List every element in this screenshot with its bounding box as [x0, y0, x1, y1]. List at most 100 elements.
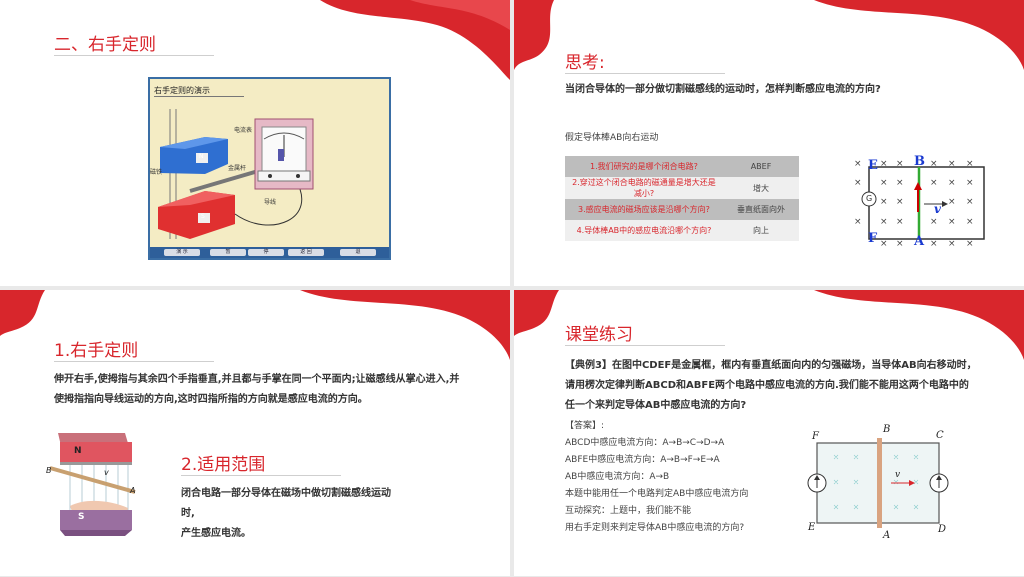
- answer-line: ABFE中感应电流方向：A→B→F→E→A: [565, 455, 720, 465]
- label-v: v: [934, 202, 941, 216]
- svg-text:×: ×: [854, 178, 862, 188]
- label-A: A: [130, 486, 136, 495]
- label-v: v: [895, 470, 901, 480]
- row-question: 1.我们研究的是哪个闭合电路?: [565, 156, 723, 177]
- label-E: E: [808, 522, 816, 533]
- slide-4[interactable]: 课堂练习 【典例3】在图中CDEF是金属框，框内有垂直纸面向内的匀强磁场，当导体…: [514, 290, 1024, 576]
- assumption-text: 假定导体棒AB向右运动: [565, 133, 659, 143]
- svg-text:×: ×: [966, 159, 974, 169]
- label-F: F: [868, 231, 878, 246]
- svg-text:×: ×: [880, 178, 888, 188]
- table-row: 2.穿过这个闭合电路的磁通量是增大还是减小? 增大: [565, 177, 799, 199]
- section-title-2: 2.适用范围: [181, 455, 266, 475]
- svg-text:×: ×: [966, 239, 974, 249]
- row-answer: ABEF: [723, 156, 799, 177]
- frame-diagram: [807, 438, 949, 528]
- label-s-pole: S: [201, 213, 205, 220]
- decor-red-blob-right: [300, 290, 510, 360]
- demo-illustration: [158, 109, 314, 239]
- slide-3[interactable]: 1.右手定则 伸开右手,使拇指与其余四个手指垂直,并且都与手掌在同一个平面内;让…: [0, 290, 510, 576]
- label-N: N: [74, 446, 82, 456]
- svg-text:×: ×: [930, 159, 938, 169]
- svg-text:×: ×: [896, 217, 904, 227]
- answer-line: 用右手定则来判定导体AB中感应电流的方向?: [565, 523, 745, 533]
- row-question: 2.穿过这个闭合电路的磁通量是增大还是减小?: [565, 177, 723, 199]
- slide-title: 课堂练习: [565, 325, 633, 345]
- svg-text:×: ×: [948, 159, 956, 169]
- label-D: D: [938, 524, 947, 535]
- demo-stop-button[interactable]: 停: [248, 249, 284, 256]
- decor-red-blob-left: [0, 290, 45, 336]
- table-row: 4.导体棒AB中的感应电流沿哪个方向? 向上: [565, 220, 799, 241]
- answer-line: ABCD中感应电流方向：A→B→C→D→A: [565, 438, 725, 448]
- svg-text:×: ×: [930, 217, 938, 227]
- scope-line-1: 闭合电路一部分导体在磁场中做切割磁感线运动: [181, 488, 391, 499]
- svg-text:×: ×: [854, 159, 862, 169]
- answer-line: 互动探究：上题中，我们能不能: [565, 506, 692, 516]
- slide-2[interactable]: 思考: 当闭合导体的一部分做切割磁感线的运动时，怎样判断感应电流的方向? 假定导…: [514, 0, 1024, 286]
- label-E: E: [868, 158, 878, 173]
- svg-text:×: ×: [930, 239, 938, 249]
- answer-line: AB中感应电流方向：A→B: [565, 472, 670, 482]
- row-question: 4.导体棒AB中的感应电流沿哪个方向?: [565, 220, 723, 241]
- scope-line-2: 时,: [181, 508, 195, 519]
- rule-paragraph: 伸开右手,使拇指与其余四个手指垂直,并且都与手掌在同一个平面内;让磁感线从掌心进…: [54, 374, 460, 405]
- answer-line: 【答案】:: [565, 421, 605, 431]
- slide-1[interactable]: 二、右手定则 右手定则的演示 电流表 金属杆 磁铁 导线 N S 演 示 暂 停…: [0, 0, 510, 286]
- label-A: A: [883, 530, 891, 541]
- demo-control-bar: 演 示 暂 停 返 回 退: [150, 247, 389, 258]
- label-metal-rod: 金属杆: [228, 165, 247, 172]
- svg-text:×: ×: [948, 239, 956, 249]
- answer-line: 本题中能用任一个电路判定AB中感应电流方向: [565, 489, 749, 499]
- label-F: F: [812, 431, 819, 442]
- decor-red-blob-right: [814, 290, 1024, 360]
- svg-text:×: ×: [930, 178, 938, 188]
- label-G: G: [866, 194, 873, 203]
- slide-title: 二、右手定则: [54, 35, 156, 55]
- label-S: S: [78, 512, 85, 522]
- title-underline: [54, 55, 214, 56]
- demo-back-button[interactable]: 返 回: [288, 249, 324, 256]
- row-answer: 垂直纸面向外: [723, 199, 799, 220]
- label-n-pole: N: [199, 153, 204, 160]
- title-underline-2: [181, 475, 341, 476]
- label-C: C: [936, 430, 944, 441]
- demo-play-button[interactable]: 演 示: [164, 249, 200, 256]
- label-wire: 导线: [264, 199, 277, 206]
- label-ammeter: 电流表: [234, 127, 253, 134]
- table-row: 3.感应电流的磁场应该是沿哪个方向? 垂直纸面向外: [565, 199, 799, 220]
- label-v: v: [104, 468, 109, 477]
- label-B: B: [46, 466, 52, 475]
- scope-line-3: 产生感应电流。: [181, 528, 251, 539]
- demo-window[interactable]: 右手定则的演示 电流表 金属杆 磁铁 导线 N S 演 示 暂 停 返 回 退: [148, 77, 391, 260]
- section-title-1: 1.右手定则: [54, 341, 139, 361]
- row-answer: 向上: [723, 220, 799, 241]
- svg-text:×: ×: [948, 197, 956, 207]
- demo-exit-button[interactable]: 退: [340, 249, 376, 256]
- svg-text:×: ×: [880, 239, 888, 249]
- row-question: 3.感应电流的磁场应该是沿哪个方向?: [565, 199, 723, 220]
- table-row: 1.我们研究的是哪个闭合电路? ABEF: [565, 156, 799, 177]
- demo-pause-button[interactable]: 暂: [210, 249, 246, 256]
- svg-text:×: ×: [896, 178, 904, 188]
- svg-text:×: ×: [896, 197, 904, 207]
- slide-title: 思考:: [565, 53, 605, 73]
- svg-text:×: ×: [948, 178, 956, 188]
- svg-text:×: ×: [880, 159, 888, 169]
- label-B: B: [883, 424, 891, 435]
- svg-text:×: ×: [880, 217, 888, 227]
- svg-text:×: ×: [880, 197, 888, 207]
- svg-text:×: ×: [966, 178, 974, 188]
- decor-red-blob: [320, 0, 510, 80]
- svg-text:×: ×: [966, 217, 974, 227]
- question-table: 1.我们研究的是哪个闭合电路? ABEF 2.穿过这个闭合电路的磁通量是增大还是减…: [565, 156, 799, 241]
- question-text: 当闭合导体的一部分做切割磁感线的运动时，怎样判断感应电流的方向?: [565, 84, 881, 95]
- label-A: A: [914, 234, 925, 249]
- decor-red-blob-right: [814, 0, 1024, 70]
- svg-text:×: ×: [896, 159, 904, 169]
- label-magnet: 磁铁: [150, 169, 163, 176]
- label-B: B: [914, 154, 925, 169]
- title-underline: [565, 345, 725, 346]
- right-hand-figure: [49, 433, 136, 536]
- svg-text:×: ×: [896, 239, 904, 249]
